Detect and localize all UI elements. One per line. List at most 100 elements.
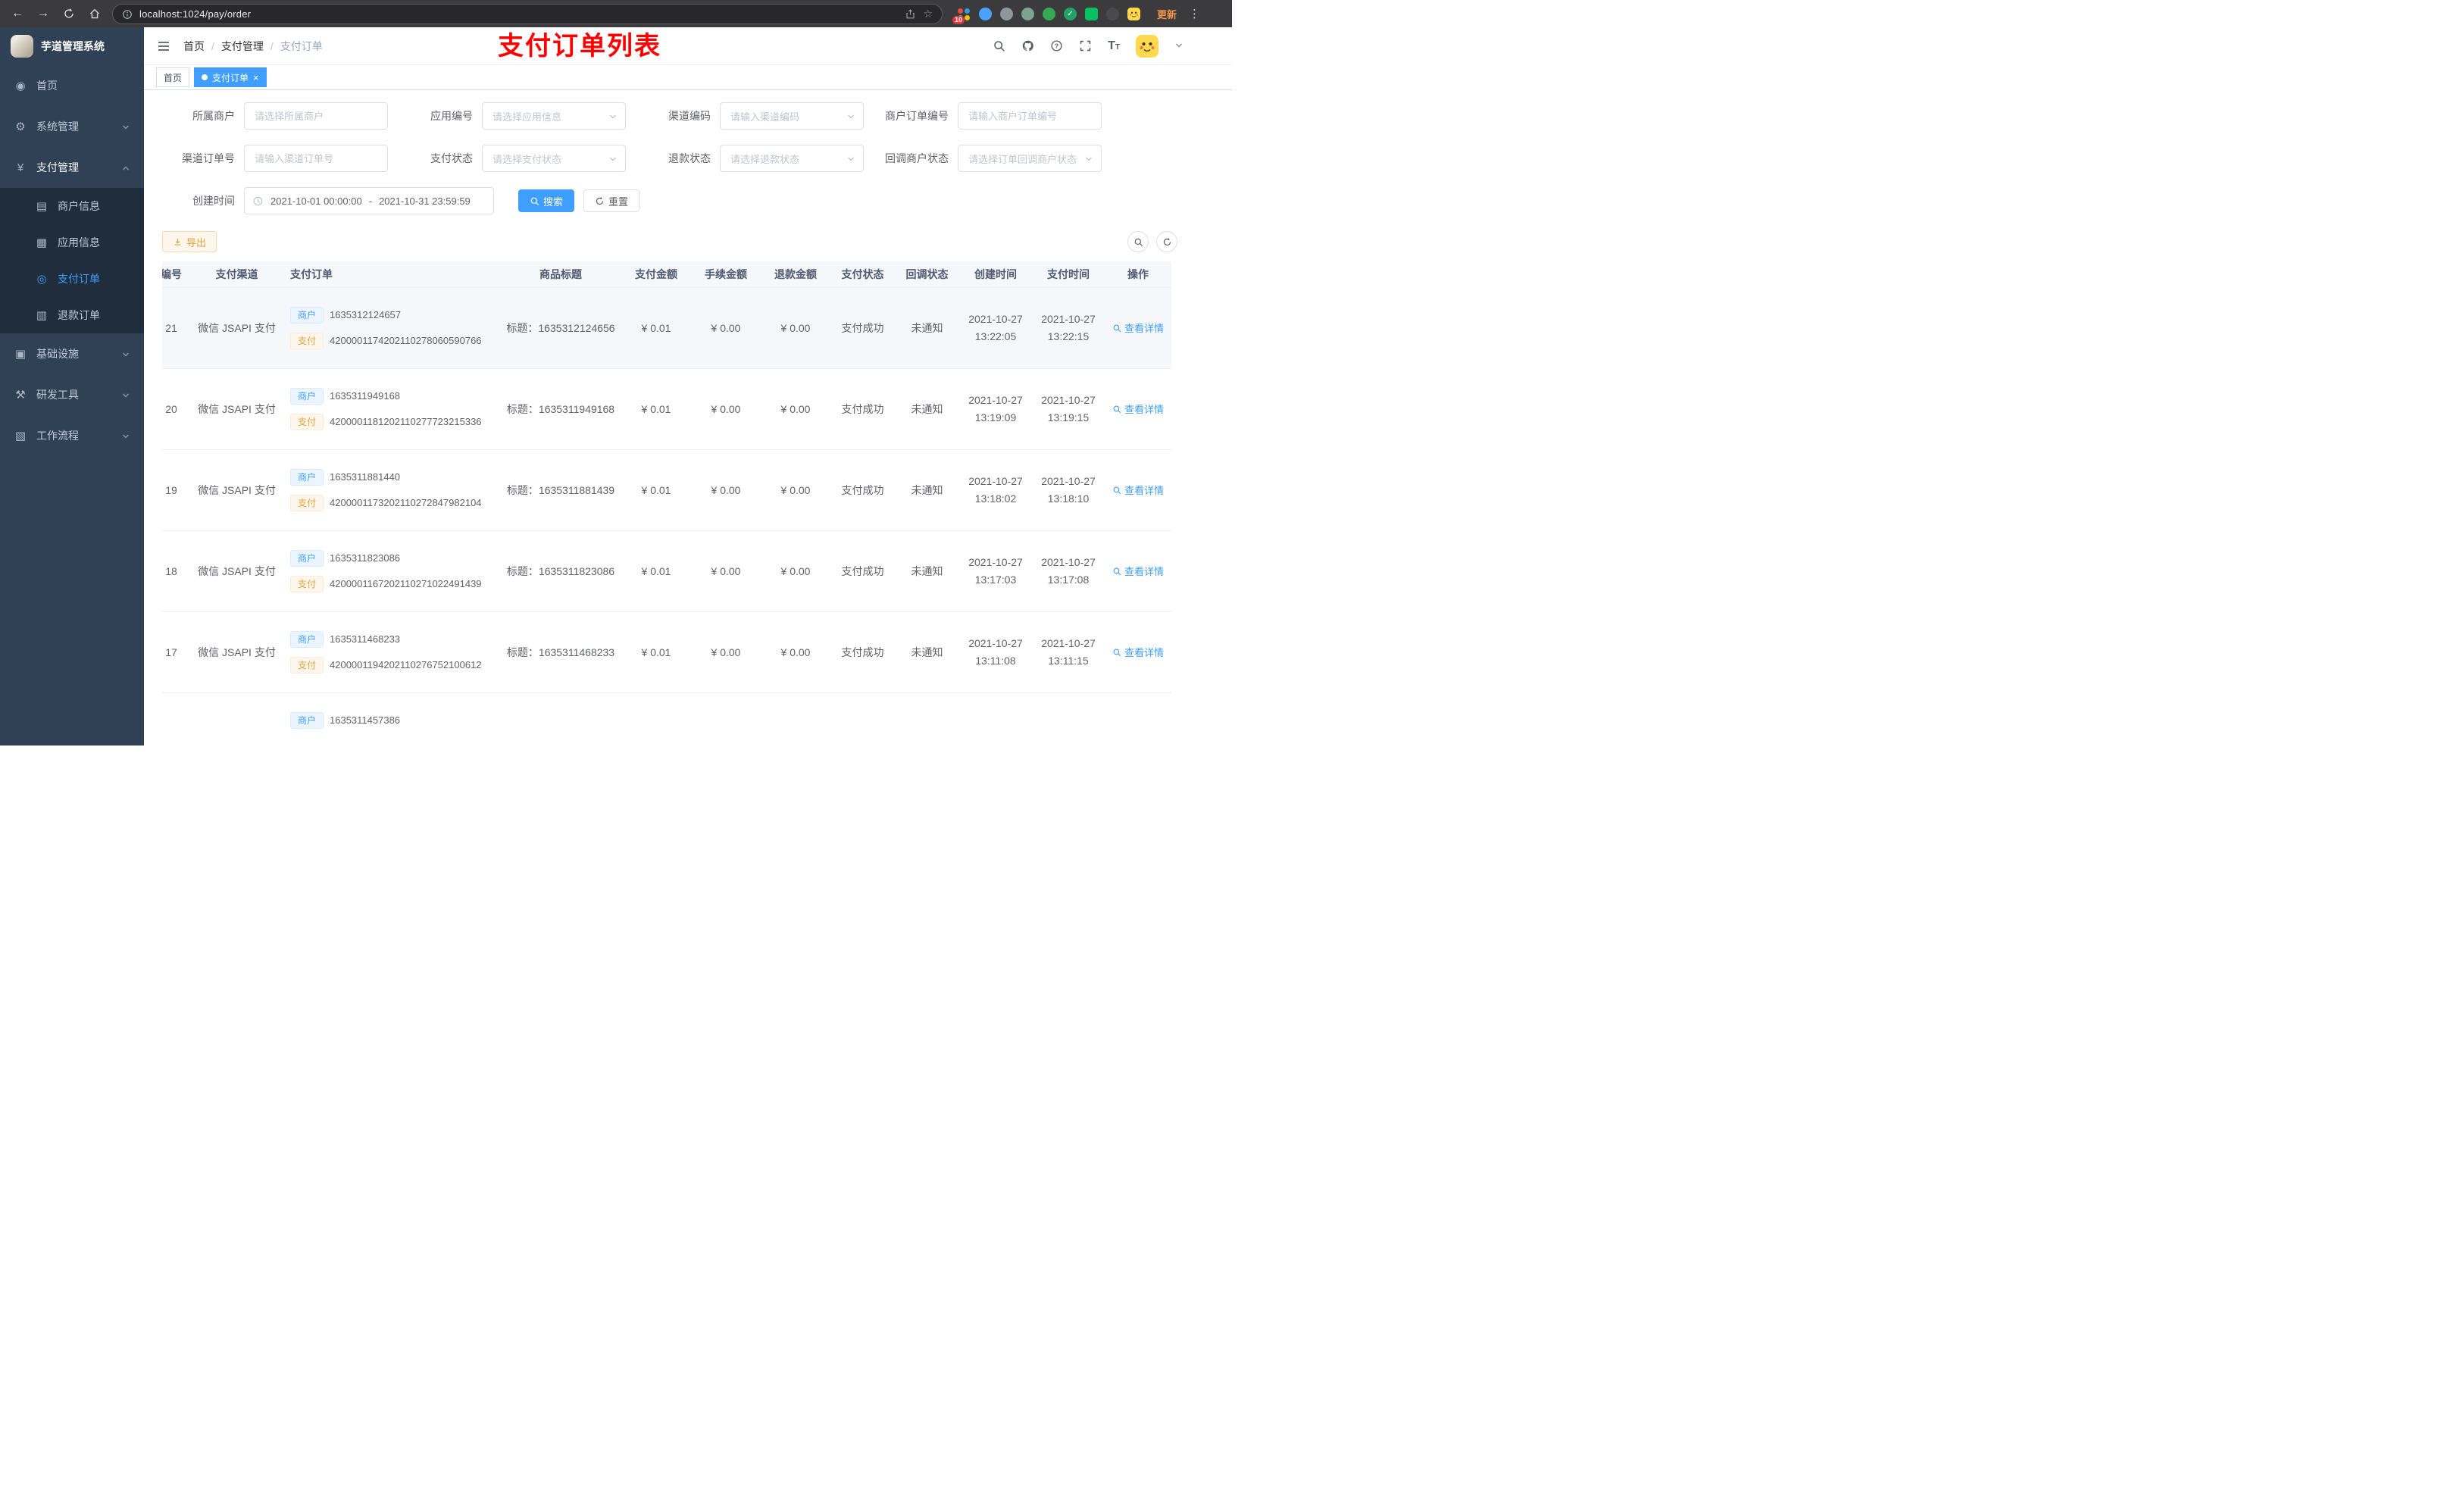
back-icon[interactable]: ← bbox=[9, 0, 26, 27]
table-row: 19 微信 JSAPI 支付 商户 1635311881440 支付 4200001… bbox=[162, 449, 1171, 531]
fullscreen-icon[interactable] bbox=[1079, 39, 1092, 52]
channel-order-no-input[interactable] bbox=[244, 145, 388, 172]
update-button[interactable]: 更新 bbox=[1157, 7, 1177, 21]
cell-refund: ¥ 0.00 bbox=[761, 530, 830, 612]
view-detail-link[interactable]: 查看详情 bbox=[1112, 564, 1164, 578]
create-time-range-picker[interactable]: 2021-10-01 00:00:00 - 2021-10-31 23:59:5… bbox=[244, 187, 494, 214]
pay-order-no: 4200001173202110272847982104 bbox=[330, 497, 482, 508]
chevron-down-icon bbox=[121, 430, 130, 442]
merchant-order-no-input[interactable] bbox=[958, 102, 1102, 130]
profile-avatar-icon[interactable] bbox=[1127, 8, 1140, 20]
extension-pin-icon[interactable] bbox=[1106, 7, 1119, 20]
sidebar-item-app-info[interactable]: ▦ 应用信息 bbox=[0, 224, 144, 261]
table-row: 17 微信 JSAPI 支付 商户 1635311468233 支付 4200001… bbox=[162, 611, 1171, 693]
github-icon[interactable] bbox=[1021, 39, 1034, 52]
sidebar-item-payment[interactable]: ¥ 支付管理 bbox=[0, 147, 144, 188]
share-icon[interactable] bbox=[905, 8, 916, 20]
channel-code-select[interactable]: 请输入渠道编码 bbox=[720, 102, 864, 130]
address-bar[interactable]: localhost:1024/pay/order ☆ bbox=[112, 3, 943, 24]
sidebar-item-infrastructure[interactable]: ▣ 基础设施 bbox=[0, 333, 144, 374]
pay-tag: 支付 bbox=[290, 656, 324, 674]
bookmark-star-icon[interactable]: ☆ bbox=[923, 8, 933, 20]
extension-chat-icon[interactable] bbox=[1085, 7, 1098, 20]
cell-refund: ¥ 0.00 bbox=[761, 449, 830, 531]
merchant-tag: 商户 bbox=[290, 630, 324, 648]
view-detail-link[interactable]: 查看详情 bbox=[1112, 483, 1164, 497]
sidebar-item-label: 支付管理 bbox=[36, 161, 79, 173]
extension-gray-icon[interactable] bbox=[1000, 7, 1013, 20]
tab-pay-order[interactable]: 支付订单 × bbox=[194, 67, 267, 87]
sidebar-item-system[interactable]: ⚙ 系统管理 bbox=[0, 106, 144, 147]
app-logo[interactable]: 芋道管理系统 bbox=[0, 27, 144, 65]
merchant-icon: ▤ bbox=[36, 200, 48, 213]
avatar-caret-icon[interactable] bbox=[1174, 39, 1184, 53]
browser-menu-icon[interactable]: ⋮ bbox=[1189, 7, 1200, 20]
search-button[interactable]: 搜索 bbox=[518, 189, 575, 212]
pay-order-no: 4200001181202110277723215336 bbox=[330, 416, 482, 427]
close-icon[interactable]: × bbox=[253, 73, 259, 83]
col-notify: 回调状态 bbox=[895, 261, 959, 288]
reset-button[interactable]: 重置 bbox=[583, 189, 640, 212]
hamburger-icon[interactable] bbox=[156, 39, 171, 54]
breadcrumb-payment[interactable]: 支付管理 bbox=[221, 39, 264, 54]
sidebar-item-home[interactable]: ◉ 首页 bbox=[0, 65, 144, 106]
help-icon[interactable] bbox=[1050, 39, 1063, 52]
date-start: 2021-10-01 00:00:00 bbox=[270, 195, 362, 207]
cell-title: 标题：1635311468233 bbox=[500, 611, 621, 693]
table-row: 21 微信 JSAPI 支付 商户 1635312124657 支付 4200001… bbox=[162, 287, 1171, 369]
cell-actions: 查看详情 bbox=[1105, 449, 1171, 531]
select-placeholder: 请选择应用信息 bbox=[492, 111, 562, 123]
merchant-input[interactable] bbox=[244, 102, 388, 130]
cell-id bbox=[162, 692, 189, 746]
select-placeholder: 请输入渠道编码 bbox=[730, 111, 800, 123]
cell-amount: ¥ 0.01 bbox=[621, 368, 691, 450]
extension-sage-icon[interactable] bbox=[1021, 7, 1034, 20]
app-id-select[interactable]: 请选择应用信息 bbox=[482, 102, 626, 130]
search-button-label: 搜索 bbox=[543, 195, 564, 208]
cell-create-time: 2021-10-27 13:11:08 bbox=[959, 611, 1032, 693]
search-icon[interactable] bbox=[993, 39, 1005, 52]
notify-status-select[interactable]: 请选择订单回调商户状态 bbox=[958, 145, 1102, 172]
sidebar-item-dev-tools[interactable]: ⚒ 研发工具 bbox=[0, 374, 144, 415]
view-detail-link[interactable]: 查看详情 bbox=[1112, 320, 1164, 335]
cell-order: 商户 1635311881440 支付 4200001173202110272847… bbox=[284, 449, 500, 531]
refund-status-select[interactable]: 请选择退款状态 bbox=[720, 145, 864, 172]
pay-tag: 支付 bbox=[290, 413, 324, 430]
cell-pay-time: 2021-10-27 13:18:10 bbox=[1032, 449, 1105, 531]
pay-status-select[interactable]: 请选择支付状态 bbox=[482, 145, 626, 172]
sidebar-item-label: 工作流程 bbox=[36, 430, 79, 442]
sidebar-item-label: 退款订单 bbox=[58, 309, 100, 321]
cell-order: 商户 1635311457386 bbox=[284, 692, 500, 746]
reload-icon[interactable] bbox=[61, 0, 77, 27]
sidebar-item-workflow[interactable]: ▧ 工作流程 bbox=[0, 415, 144, 456]
view-detail-link[interactable]: 查看详情 bbox=[1112, 645, 1164, 659]
forward-icon[interactable]: → bbox=[35, 0, 52, 27]
toggle-search-icon[interactable] bbox=[1127, 231, 1149, 252]
sidebar-item-merchant-info[interactable]: ▤ 商户信息 bbox=[0, 188, 144, 224]
url-text[interactable]: localhost:1024/pay/order bbox=[139, 8, 898, 20]
cell-fee: ¥ 0.00 bbox=[691, 611, 761, 693]
view-detail-link[interactable]: 查看详情 bbox=[1112, 402, 1164, 416]
extension-blue-icon[interactable] bbox=[979, 7, 992, 20]
select-placeholder: 请选择订单回调商户状态 bbox=[968, 153, 1077, 165]
cell-notify bbox=[895, 692, 959, 746]
payment-submenu: ▤ 商户信息 ▦ 应用信息 ◎ 支付订单 ▥ 退款订单 bbox=[0, 188, 144, 333]
user-avatar[interactable] bbox=[1136, 35, 1159, 58]
cell-order: 商户 1635311468233 支付 4200001194202110276752… bbox=[284, 611, 500, 693]
cell-id: 19 bbox=[162, 449, 189, 531]
site-info-icon[interactable] bbox=[122, 8, 133, 20]
col-order: 支付订单 bbox=[284, 261, 500, 288]
breadcrumb-home[interactable]: 首页 bbox=[183, 39, 205, 54]
extension-green-icon[interactable] bbox=[1043, 7, 1055, 20]
extension-grid-icon[interactable]: 10 bbox=[952, 8, 971, 24]
cell-title: 标题：1635311881439 bbox=[500, 449, 621, 531]
sidebar-item-pay-order[interactable]: ◎ 支付订单 bbox=[0, 261, 144, 297]
tab-home[interactable]: 首页 bbox=[156, 67, 190, 87]
home-icon[interactable] bbox=[86, 0, 103, 27]
refresh-table-icon[interactable] bbox=[1156, 231, 1177, 252]
font-size-icon[interactable]: TT bbox=[1108, 39, 1120, 53]
extension-check-icon[interactable]: ✓ bbox=[1064, 7, 1077, 20]
sidebar-item-refund-order[interactable]: ▥ 退款订单 bbox=[0, 297, 144, 333]
export-button[interactable]: 导出 bbox=[162, 231, 217, 252]
filter-row-3: 创建时间 2021-10-01 00:00:00 - 2021-10-31 23… bbox=[162, 187, 1214, 214]
